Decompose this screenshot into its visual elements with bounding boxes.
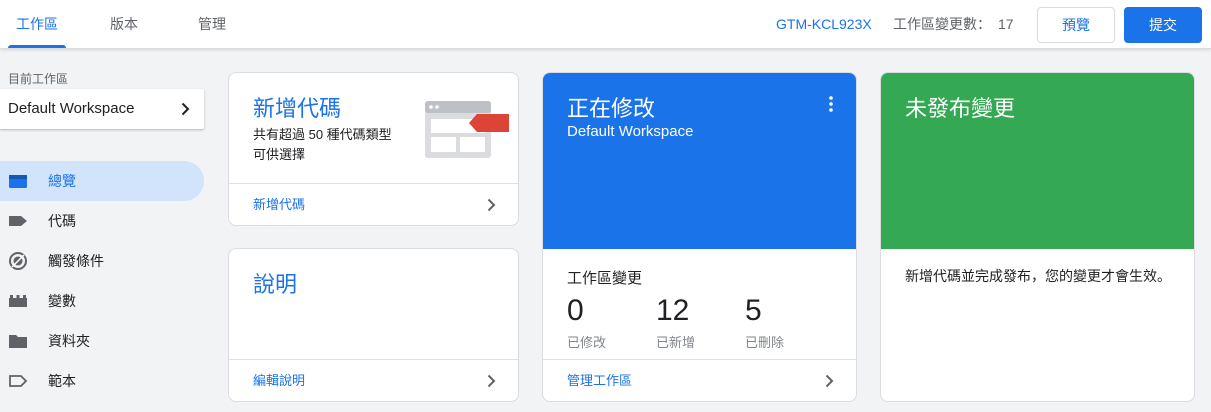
stat-modified-value: 0	[567, 294, 584, 327]
chevron-right-icon	[825, 374, 834, 388]
stat-added-label: 已新增	[656, 335, 696, 350]
container-id-link[interactable]: GTM-KCL923X	[776, 0, 872, 49]
template-icon	[9, 375, 28, 387]
tag-icon	[9, 216, 27, 226]
unpublished-title: 未發布變更	[905, 96, 1016, 121]
sidebar-item-folders[interactable]: 資料夾	[0, 321, 204, 361]
manage-workspace-footer[interactable]: 管理工作區	[543, 359, 856, 401]
sidebar-item-label: 變數	[48, 293, 76, 309]
manage-workspace-link[interactable]: 管理工作區	[567, 360, 632, 401]
help-title: 說明	[253, 272, 298, 297]
unpublished-header: 未發布變更	[881, 73, 1194, 249]
help-footer[interactable]: 編輯說明	[229, 359, 518, 401]
current-workspace-caption: 目前工作區	[8, 72, 69, 86]
add-tag-description: 共有超過 50 種代碼類型可供選擇	[253, 127, 392, 162]
workspace-changes-count: 17	[998, 16, 1014, 32]
stat-added-value: 12	[656, 294, 690, 327]
stat-modified: 0 已修改	[567, 293, 637, 351]
add-tag-card: 新增代碼 共有超過 50 種代碼類型可供選擇 新增代碼	[228, 72, 519, 226]
tab-admin[interactable]: 管理	[188, 0, 236, 49]
active-tab-indicator	[8, 45, 66, 48]
add-tag-link[interactable]: 新增代碼	[253, 184, 305, 225]
sidebar-item-templates[interactable]: 範本	[0, 361, 204, 401]
submit-button[interactable]: 提交	[1124, 7, 1202, 43]
overview-icon	[9, 175, 27, 188]
sidebar-item-label: 觸發條件	[48, 253, 104, 269]
tab-workspace-label: 工作區	[16, 16, 58, 32]
tab-versions[interactable]: 版本	[100, 0, 148, 49]
stat-modified-label: 已修改	[567, 335, 607, 350]
unpublished-changes-card: 未發布變更 新增代碼並完成發布，您的變更才會生效。	[880, 72, 1195, 402]
chevron-right-icon	[487, 374, 496, 388]
add-tag-title[interactable]: 新增代碼	[253, 91, 341, 123]
tag-illustration-icon	[425, 101, 509, 158]
now-editing-workspace: Default Workspace	[567, 123, 694, 140]
workspace-selector[interactable]: Default Workspace	[0, 89, 204, 129]
variable-icon	[9, 295, 27, 307]
stat-added: 12 已新增	[656, 293, 726, 351]
workspace-name: Default Workspace	[8, 100, 135, 117]
stat-deleted-value: 5	[745, 294, 762, 327]
stat-deleted: 5 已刪除	[745, 293, 815, 351]
tab-versions-label: 版本	[110, 16, 138, 32]
now-editing-header: 正在修改 Default Workspace	[543, 73, 856, 249]
unpublished-message: 新增代碼並完成發布，您的變更才會生效。	[905, 268, 1171, 284]
trigger-icon	[9, 252, 27, 270]
workspace-changes-section-label: 工作區變更	[567, 270, 643, 287]
now-editing-title: 正在修改	[567, 96, 656, 121]
chevron-right-icon	[487, 198, 496, 212]
stat-deleted-label: 已刪除	[745, 335, 785, 350]
now-editing-card: 正在修改 Default Workspace 工作區變更 0 已修改 12 已新…	[542, 72, 857, 402]
edit-help-link[interactable]: 編輯說明	[253, 360, 305, 401]
sidebar-item-triggers[interactable]: 觸發條件	[0, 241, 204, 281]
help-card: 說明 編輯說明	[228, 248, 519, 402]
sidebar-item-label: 資料夾	[48, 333, 90, 349]
chevron-right-icon	[181, 102, 190, 116]
sidebar-item-tags[interactable]: 代碼	[0, 201, 204, 241]
preview-button[interactable]: 預覽	[1037, 7, 1115, 43]
sidebar-item-label: 範本	[48, 373, 76, 389]
sidebar-item-label: 總覽	[48, 173, 76, 189]
folder-icon	[9, 335, 27, 348]
sidebar-item-label: 代碼	[48, 213, 76, 229]
add-tag-footer[interactable]: 新增代碼	[229, 183, 518, 225]
tab-admin-label: 管理	[198, 16, 226, 32]
sidebar-item-overview[interactable]: 總覽	[0, 161, 204, 201]
more-vert-icon[interactable]	[827, 95, 835, 113]
workspace-changes-label: 工作區變更數：	[893, 16, 991, 32]
sidebar-item-variables[interactable]: 變數	[0, 281, 204, 321]
top-bar: 工作區 版本 管理 GTM-KCL923X 工作區變更數： 17 預覽 提交	[0, 0, 1211, 49]
tab-workspace[interactable]: 工作區	[8, 0, 66, 49]
